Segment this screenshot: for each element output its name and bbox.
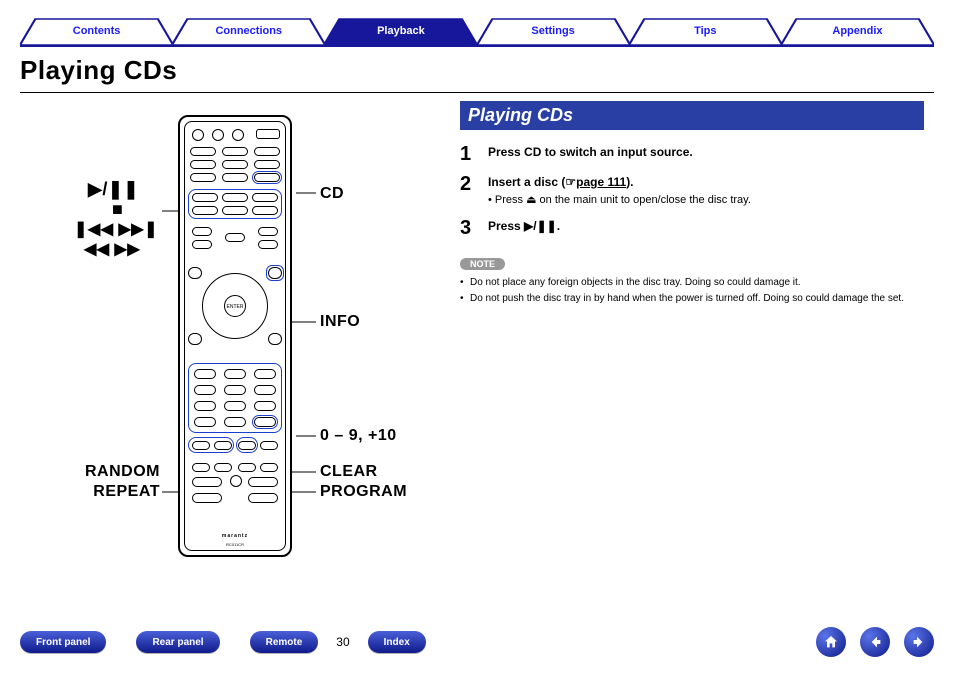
prev-page-button[interactable] [860, 627, 890, 657]
index-button[interactable]: Index [368, 631, 426, 653]
step-2: 2 Insert a disc (☞page 111). • Press ⏏ o… [460, 174, 924, 208]
note-badge: NOTE [460, 258, 505, 270]
section-title: Playing CDs [460, 101, 924, 130]
page-link[interactable]: page 111 [576, 175, 626, 189]
tab-playback[interactable]: Playback [324, 18, 477, 46]
home-icon [823, 634, 839, 650]
step-text: Press CD to switch an input source. [488, 144, 924, 161]
step-text: Press ▶/❚❚. [488, 218, 924, 235]
step-number: 1 [460, 144, 478, 164]
page-title: Playing CDs [20, 55, 934, 86]
instructions-panel: Playing CDs 1 Press CD to switch an inpu… [460, 101, 934, 308]
next-page-button[interactable] [904, 627, 934, 657]
remote-diagram: ▶/❚❚ ■ ❚◀◀ ▶▶❚ ◀◀ ▶▶ CD INFO 0 – 9, +10 … [20, 101, 446, 308]
tab-contents[interactable]: Contents [20, 18, 173, 46]
remote-model: RC011CR [178, 542, 292, 547]
front-panel-button[interactable]: Front panel [20, 631, 106, 653]
step-number: 2 [460, 174, 478, 208]
arrow-left-icon [867, 634, 883, 650]
tab-tips[interactable]: Tips [629, 18, 782, 46]
manual-page: Contents Connections Playback Settings T… [0, 0, 954, 673]
note-item: Do not push the disc tray in by hand whe… [460, 292, 924, 306]
footer-bar: Front panel Rear panel Remote 30 Index [20, 625, 934, 659]
step-text: Insert a disc (☞page 111). [488, 174, 924, 191]
top-tab-bar: Contents Connections Playback Settings T… [20, 18, 934, 46]
step-1: 1 Press CD to switch an input source. [460, 144, 924, 164]
tab-appendix[interactable]: Appendix [781, 18, 934, 46]
remote-control: ENTER [178, 115, 292, 557]
tab-connections[interactable]: Connections [172, 18, 325, 46]
tab-label: Tips [694, 25, 716, 37]
note-item: Do not place any foreign objects in the … [460, 276, 924, 290]
rear-panel-button[interactable]: Rear panel [136, 631, 219, 653]
tab-label: Connections [215, 25, 282, 37]
content-area: ▶/❚❚ ■ ❚◀◀ ▶▶❚ ◀◀ ▶▶ CD INFO 0 – 9, +10 … [20, 101, 934, 308]
tab-label: Appendix [832, 25, 882, 37]
arrow-right-icon [911, 634, 927, 650]
tab-label: Contents [73, 25, 121, 37]
page-number: 30 [336, 635, 349, 649]
step-subtext: • Press ⏏ on the main unit to open/close… [488, 193, 924, 208]
home-button[interactable] [816, 627, 846, 657]
note-list: Do not place any foreign objects in the … [460, 276, 924, 306]
remote-brand: marantz [178, 533, 292, 539]
title-rule [20, 92, 934, 93]
tab-label: Playback [377, 25, 425, 37]
step-number: 3 [460, 218, 478, 238]
remote-button[interactable]: Remote [250, 631, 319, 653]
step-3: 3 Press ▶/❚❚. [460, 218, 924, 238]
page-link-icon: ☞ [565, 175, 576, 189]
tab-label: Settings [531, 25, 574, 37]
tab-settings[interactable]: Settings [477, 18, 630, 46]
